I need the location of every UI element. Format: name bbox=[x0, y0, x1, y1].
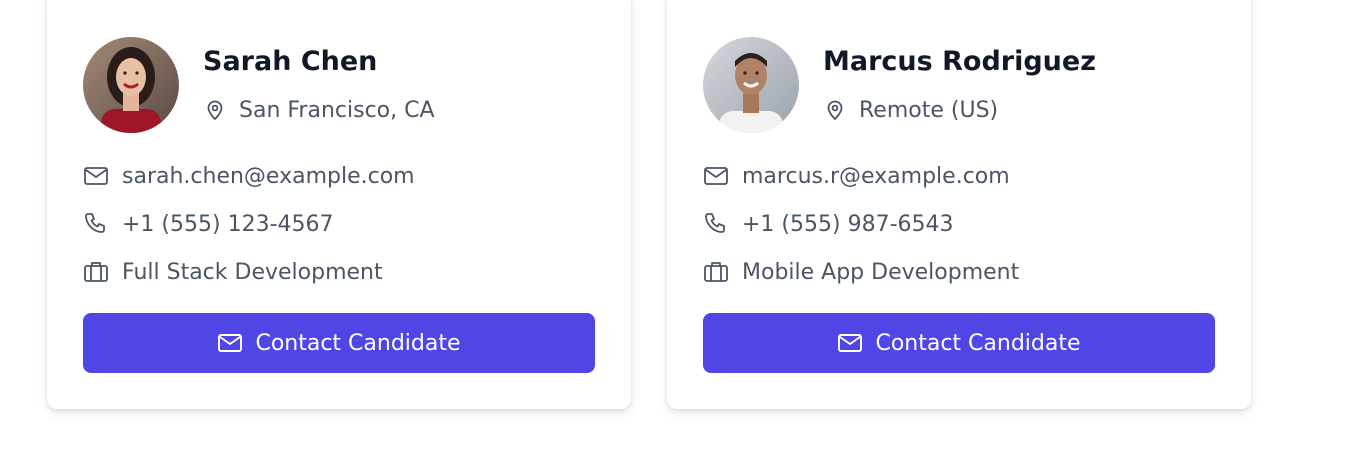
button-label: Contact Candidate bbox=[875, 330, 1081, 356]
candidate-location: Remote (US) bbox=[823, 97, 998, 123]
avatar bbox=[703, 37, 799, 133]
briefcase-icon bbox=[703, 259, 729, 285]
phone-icon bbox=[83, 211, 109, 237]
avatar-photo-icon bbox=[83, 37, 179, 133]
candidate-name: Sarah Chen bbox=[203, 46, 378, 77]
email-text[interactable]: sarah.chen@example.com bbox=[122, 164, 415, 189]
mail-icon bbox=[837, 330, 863, 356]
email-text[interactable]: marcus.r@example.com bbox=[742, 164, 1010, 189]
avatar bbox=[83, 37, 179, 133]
specialty-row: Full Stack Development bbox=[83, 259, 383, 285]
location-text: San Francisco, CA bbox=[239, 97, 435, 123]
location-text: Remote (US) bbox=[859, 97, 999, 123]
mail-icon bbox=[217, 330, 243, 356]
email-row: marcus.r@example.com bbox=[703, 163, 1010, 189]
mail-icon bbox=[83, 163, 109, 189]
map-pin-icon bbox=[203, 98, 227, 122]
mail-icon bbox=[703, 163, 729, 189]
phone-text[interactable]: +1 (555) 987-6543 bbox=[742, 212, 954, 237]
contact-candidate-button[interactable]: Contact Candidate bbox=[703, 313, 1215, 373]
phone-row: +1 (555) 987-6543 bbox=[703, 211, 954, 237]
briefcase-icon bbox=[83, 259, 109, 285]
candidate-location: San Francisco, CA bbox=[203, 97, 435, 123]
phone-text[interactable]: +1 (555) 123-4567 bbox=[122, 212, 334, 237]
map-pin-icon bbox=[823, 98, 847, 122]
button-label: Contact Candidate bbox=[255, 330, 461, 356]
candidate-name: Marcus Rodriguez bbox=[823, 46, 1096, 77]
specialty-text: Full Stack Development bbox=[122, 259, 383, 285]
specialty-text: Mobile App Development bbox=[742, 259, 1020, 285]
phone-row: +1 (555) 123-4567 bbox=[83, 211, 334, 237]
candidate-card: Sarah Chen San Francisco, CA sarah.chen@… bbox=[47, 0, 631, 409]
candidate-card: Marcus Rodriguez Remote (US) marcus.r@ex… bbox=[667, 0, 1251, 409]
specialty-row: Mobile App Development bbox=[703, 259, 1019, 285]
contact-candidate-button[interactable]: Contact Candidate bbox=[83, 313, 595, 373]
phone-icon bbox=[703, 211, 729, 237]
email-row: sarah.chen@example.com bbox=[83, 163, 415, 189]
avatar-photo-icon bbox=[703, 37, 799, 133]
